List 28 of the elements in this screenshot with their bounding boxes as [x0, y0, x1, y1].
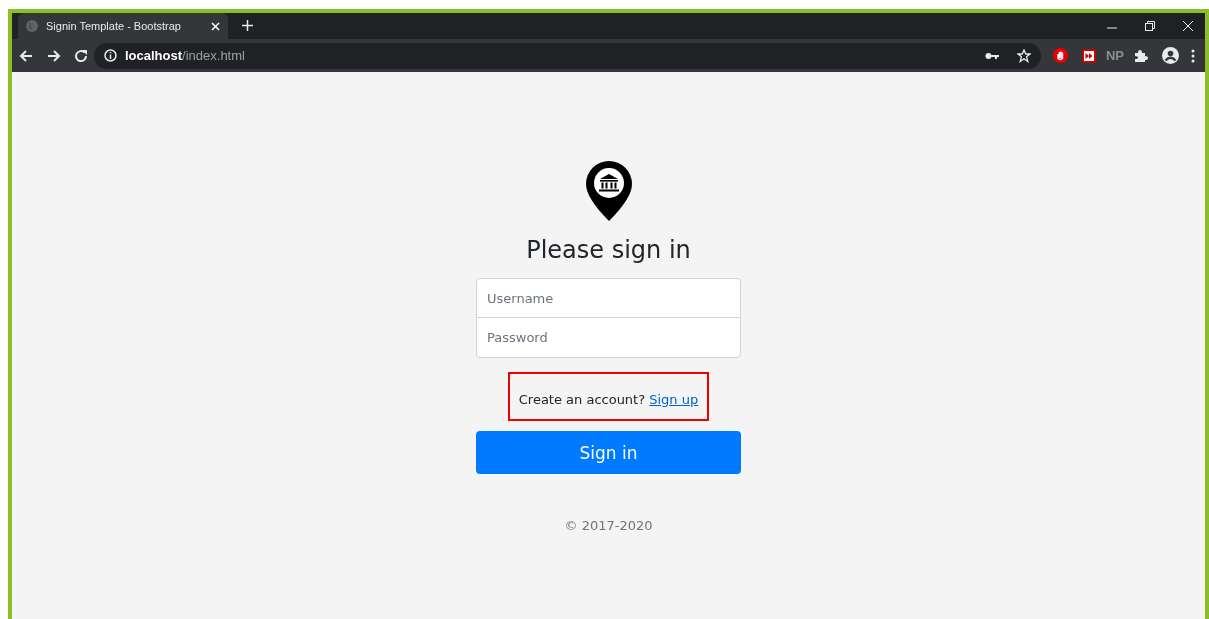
bank-pin-icon — [584, 160, 633, 222]
signup-prompt: Create an account? Sign up — [518, 392, 699, 407]
star-icon[interactable] — [1016, 48, 1031, 63]
reload-icon[interactable] — [74, 48, 88, 63]
menu-icon[interactable] — [1191, 48, 1195, 63]
page-heading: Please sign in — [526, 236, 691, 264]
fast-forward-icon[interactable] — [1081, 48, 1096, 63]
puzzle-icon[interactable] — [1134, 48, 1148, 63]
address-bar[interactable]: localhost/index.html — [94, 42, 1041, 69]
tab-title: Signin Template - Bootstrap — [46, 20, 182, 32]
signup-link[interactable]: Sign up — [649, 392, 699, 407]
hand-icon[interactable] — [1052, 48, 1068, 63]
key-icon[interactable] — [984, 51, 999, 60]
profile-icon[interactable] — [1162, 47, 1179, 64]
username-field[interactable]: Username — [476, 278, 741, 318]
sign-in-button[interactable]: Sign in — [476, 431, 741, 474]
browser-tab[interactable]: Signin Template - Bootstrap — [18, 13, 228, 39]
globe-icon — [26, 20, 38, 32]
extension-label[interactable]: NP — [1105, 48, 1124, 63]
password-field[interactable]: Password — [476, 317, 741, 358]
back-icon[interactable] — [18, 47, 34, 64]
forward-icon[interactable] — [46, 47, 62, 64]
restore-icon[interactable] — [1145, 21, 1155, 31]
url-text: localhost/index.html — [125, 48, 245, 63]
info-icon — [104, 49, 117, 62]
copyright-text: © 2017-2020 — [564, 518, 653, 533]
close-icon[interactable] — [1183, 21, 1193, 31]
new-tab-icon[interactable] — [242, 20, 253, 31]
